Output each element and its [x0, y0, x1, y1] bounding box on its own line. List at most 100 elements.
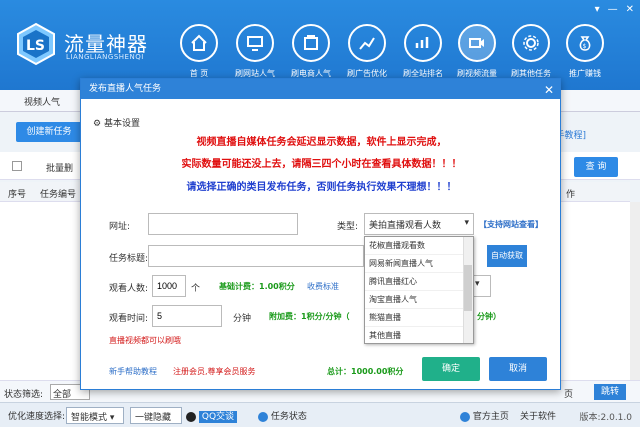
nav-label: 推广赚钱	[569, 69, 601, 78]
base-fee: 基础计费：1.00积分	[219, 282, 295, 291]
nav-video[interactable]: 刷视频流量	[454, 24, 500, 84]
qq-chat-button[interactable]: QQ交谈	[186, 409, 238, 423]
home-icon	[180, 24, 218, 62]
column-action: 作	[566, 190, 576, 200]
cancel-button[interactable]: 取消	[489, 357, 547, 381]
type-option[interactable]: 熊猫直播	[365, 309, 473, 327]
status-filter-label: 状态筛选:	[4, 390, 44, 400]
type-option[interactable]: 其他直播	[365, 327, 473, 343]
svg-text:LS: LS	[26, 38, 45, 54]
monitor-icon	[236, 24, 274, 62]
task-title-label: 任务标题:	[109, 254, 149, 264]
type-label: 类型:	[337, 222, 359, 232]
watch-time-input[interactable]	[152, 305, 222, 327]
version-label: 版本:2.0.1.0	[579, 413, 632, 423]
status-icon	[258, 411, 268, 422]
basic-settings-section: ⚙ 基本设置	[93, 116, 140, 129]
batch-delete-label[interactable]: 批量删	[46, 161, 73, 174]
page-label: 页	[564, 390, 574, 400]
app-logo-icon: LS	[17, 22, 55, 66]
home-link-label: 官方主页	[472, 412, 509, 422]
video-icon	[458, 24, 496, 62]
watch-time-unit: 分钟	[233, 314, 252, 324]
app-header: LS 流量神器 LIANGLIANGSHENQI ▾ — ✕ 首 页 刷网站人气…	[0, 0, 640, 90]
task-status-label: 任务状态	[270, 412, 307, 422]
type-option[interactable]: 花椒直播观看数	[365, 237, 473, 255]
type-select[interactable]: 美拍直播观看人数 ▾	[364, 213, 474, 235]
gear-icon: ⚙	[93, 119, 102, 129]
moneybag-icon: $	[566, 24, 604, 62]
url-label: 网址:	[109, 222, 131, 232]
app-subtitle: LIANGLIANGSHENQI	[66, 53, 144, 61]
nav-promote[interactable]: $ 推广赚钱	[562, 24, 608, 84]
hide-all-button[interactable]: 一键隐藏	[130, 407, 182, 424]
table-scrollbar[interactable]	[630, 202, 640, 380]
home-page-link[interactable]: 官方主页	[460, 409, 509, 422]
store-icon	[292, 24, 330, 62]
beginner-help-link[interactable]: 新手帮助教程	[109, 366, 157, 377]
tab-video-popularity[interactable]: 视频人气	[24, 95, 60, 108]
nav-other[interactable]: 刷其他任务	[508, 24, 554, 84]
fee-standard-link[interactable]: 收费标准	[307, 281, 339, 292]
create-task-button[interactable]: 创建新任务	[16, 122, 82, 142]
menu-icon[interactable]: ▾	[595, 4, 600, 15]
viewers-unit: 个	[191, 284, 201, 294]
type-dropdown-list: 花椒直播观看数 网易新闻直播人气 腾讯直播红心 淘宝直播人气 熊猫直播 其他直播	[364, 236, 474, 344]
chart-icon	[348, 24, 386, 62]
type-option[interactable]: 腾讯直播红心	[365, 273, 473, 291]
notice-category: 请选择正确的类目发布任务，否则任务执行效果不理想！！！	[186, 182, 457, 193]
speed-select[interactable]: 智能模式 ▾	[66, 407, 124, 424]
url-input[interactable]	[148, 213, 298, 235]
close-icon[interactable]: ✕	[544, 80, 554, 100]
home-link-icon	[460, 411, 470, 422]
window-controls: ▾ — ✕	[595, 4, 634, 15]
extra-fee-tail: 分钟）	[477, 312, 501, 321]
scroll-thumb[interactable]	[464, 265, 472, 311]
jump-button[interactable]: 跳转	[594, 384, 626, 400]
speed-label: 优化速度选择:	[8, 412, 66, 422]
nav-ads[interactable]: 刷广告优化	[344, 24, 390, 84]
type-value: 美拍直播观看人数	[369, 221, 442, 231]
minimize-icon[interactable]: —	[608, 4, 618, 15]
nav-ecommerce[interactable]: 刷电商人气	[288, 24, 334, 84]
dialog-title: 发布直播人气任务	[89, 84, 162, 94]
nav-home[interactable]: 首 页	[176, 24, 222, 84]
confirm-button[interactable]: 确定	[422, 357, 480, 381]
extra-fee: 附加费：1积分/分钟（	[269, 312, 350, 321]
svg-text:$: $	[583, 43, 587, 50]
auto-fetch-button[interactable]: 自动获取	[487, 245, 527, 267]
notice-check-later: 实际数量可能还没上去，请隔三四个小时在查看具体数据！！！	[181, 159, 462, 170]
publish-live-task-dialog: 发布直播人气任务 ✕ ⚙ 基本设置 视频直播自媒体任务会延迟显示数据，软件上显示…	[80, 78, 561, 390]
select-all-checkbox[interactable]	[12, 161, 22, 171]
viewers-label: 观看人数:	[109, 284, 149, 294]
type-option[interactable]: 网易新闻直播人气	[365, 255, 473, 273]
gear-icon	[512, 24, 550, 62]
qq-label: QQ交谈	[198, 411, 238, 423]
extra-select[interactable]: ▾	[471, 275, 491, 297]
section-title: 基本设置	[103, 119, 140, 129]
viewers-input[interactable]	[152, 275, 186, 297]
notice-delay: 视频直播自媒体任务会延迟显示数据，软件上显示完成，	[196, 137, 447, 148]
live-video-note: 直播视频都可以刷哦	[109, 336, 181, 345]
dropdown-scrollbar[interactable]	[463, 237, 473, 343]
speed-value: 智能模式	[71, 413, 108, 423]
trend-icon	[404, 24, 442, 62]
column-task-id: 任务编号	[40, 190, 77, 200]
column-index: 序号	[8, 190, 27, 200]
dialog-titlebar: 发布直播人气任务 ✕	[81, 79, 560, 99]
about-link[interactable]: 关于软件	[520, 409, 556, 422]
task-status-button[interactable]: 任务状态	[258, 409, 307, 422]
vip-register-link[interactable]: 注册会员,尊享会员服务	[173, 366, 256, 377]
nav-website[interactable]: 刷网站人气	[232, 24, 278, 84]
search-button[interactable]: 查 询	[574, 157, 618, 177]
bottom-bar: 优化速度选择: 智能模式 ▾ 一键隐藏 QQ交谈 任务状态 官方主页 关于软件 …	[0, 402, 640, 427]
nav-ranking[interactable]: 刷全站排名	[400, 24, 446, 84]
total-points: 总计：1000.00积分	[327, 367, 404, 376]
type-option[interactable]: 淘宝直播人气	[365, 291, 473, 309]
close-icon[interactable]: ✕	[626, 4, 634, 15]
qq-icon	[186, 411, 196, 422]
watch-time-label: 观看时间:	[109, 314, 149, 324]
about-label: 关于软件	[520, 412, 557, 422]
supported-sites-link[interactable]: 【支持网站查看】	[479, 219, 543, 230]
task-title-input[interactable]	[148, 245, 364, 267]
